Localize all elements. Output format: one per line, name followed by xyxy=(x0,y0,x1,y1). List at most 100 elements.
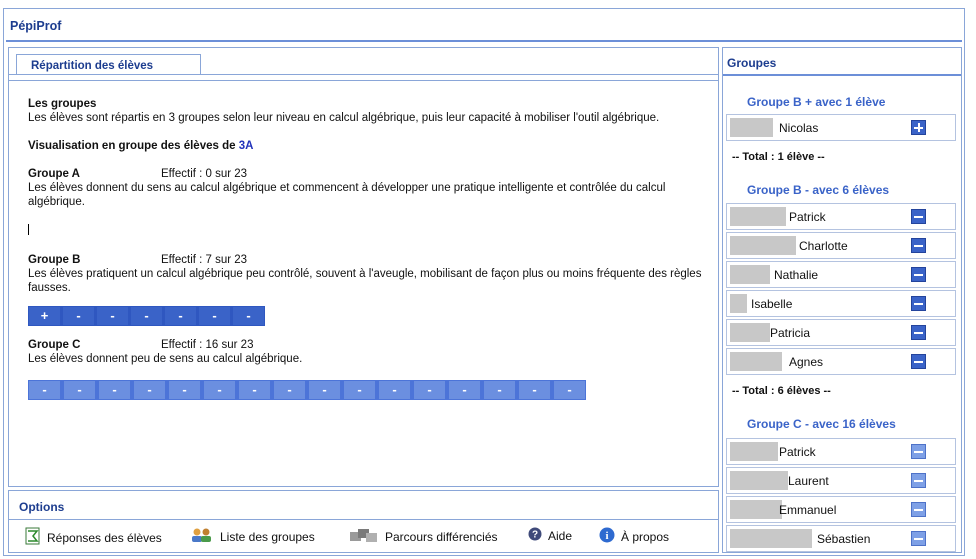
add-student-button[interactable] xyxy=(911,120,926,135)
groups-panel-title: Groupes xyxy=(727,56,777,70)
student-row: Sébastien xyxy=(726,525,956,552)
remove-student-button[interactable] xyxy=(911,444,926,459)
option-label: Aide xyxy=(548,528,573,543)
avatar xyxy=(730,236,796,255)
avatar xyxy=(730,207,786,226)
svg-text:i: i xyxy=(605,530,608,542)
avatar xyxy=(730,265,770,284)
header-divider xyxy=(6,40,962,42)
group-b-minus-button[interactable]: - xyxy=(165,307,196,325)
text-cursor xyxy=(28,224,29,235)
group-c-minus-button[interactable]: - xyxy=(99,381,130,399)
group-b-minus-button[interactable]: - xyxy=(199,307,230,325)
info-icon: i xyxy=(599,527,615,546)
student-name: Nicolas xyxy=(779,121,819,135)
class-link[interactable]: 3A xyxy=(239,140,254,152)
group-c-minus-button[interactable]: - xyxy=(239,381,270,399)
student-row: Laurent xyxy=(726,467,956,494)
group-c-minus-button[interactable]: - xyxy=(134,381,165,399)
student-name: Agnes xyxy=(789,355,824,369)
student-name: Patrick xyxy=(789,210,826,224)
avatar xyxy=(730,442,778,461)
visualisation-line: Visualisation en groupe des élèves de 3A xyxy=(28,139,713,153)
avatar xyxy=(730,323,770,342)
groups-heading: Les groupes xyxy=(28,98,97,110)
main-panel: Répartition des élèves Les groupes Les é… xyxy=(8,47,719,487)
remove-student-button[interactable] xyxy=(911,238,926,253)
group-c-minus-button[interactable]: - xyxy=(484,381,515,399)
group-b-name: Groupe B xyxy=(28,254,81,266)
group-c-minus-button[interactable]: - xyxy=(379,381,410,399)
option-label: Réponses des élèves xyxy=(47,530,162,545)
remove-student-button[interactable] xyxy=(911,267,926,282)
student-name: Charlotte xyxy=(799,239,848,253)
group-b-minus-button[interactable]: - xyxy=(97,307,128,325)
group-c-minus-button[interactable]: - xyxy=(309,381,340,399)
users-icon xyxy=(190,527,214,546)
group-c-minus-button[interactable]: - xyxy=(344,381,375,399)
group-c-minus-button[interactable]: - xyxy=(204,381,235,399)
option-reponses[interactable]: Réponses des élèves xyxy=(25,527,162,548)
option-liste-groupes[interactable]: Liste des groupes xyxy=(190,527,315,546)
group-bminus-title: Groupe B - avec 6 élèves xyxy=(747,183,890,197)
student-row: Patrick xyxy=(726,203,956,230)
remove-student-button[interactable] xyxy=(911,473,926,488)
student-row: Patricia xyxy=(726,319,956,346)
groups-description: Les élèves sont répartis en 3 groupes se… xyxy=(28,112,660,124)
group-c-minus-button[interactable]: - xyxy=(554,381,585,399)
remove-student-button[interactable] xyxy=(911,354,926,369)
tab-repartition[interactable]: Répartition des élèves xyxy=(16,54,201,75)
group-c-description: Les élèves donnent peu de sens au calcul… xyxy=(28,353,303,365)
student-row: Charlotte xyxy=(726,232,956,259)
remove-student-button[interactable] xyxy=(911,531,926,546)
option-label: Liste des groupes xyxy=(220,529,315,544)
option-label: À propos xyxy=(621,529,670,544)
group-b-minus-button[interactable]: - xyxy=(63,307,94,325)
svg-text:?: ? xyxy=(532,530,538,541)
remove-student-button[interactable] xyxy=(911,296,926,311)
group-c-minus-button[interactable]: - xyxy=(519,381,550,399)
group-b-minus-button[interactable]: - xyxy=(131,307,162,325)
avatar xyxy=(730,294,747,313)
group-c-minus-button[interactable]: - xyxy=(449,381,480,399)
tab-divider-2 xyxy=(9,80,718,81)
student-name: Patricia xyxy=(770,326,811,340)
student-row: Emmanuel xyxy=(726,496,956,523)
main-content: Les groupes Les élèves sont répartis en … xyxy=(28,97,713,400)
group-b-effectif: Effectif : 7 sur 23 xyxy=(161,254,248,266)
student-row: Isabelle xyxy=(726,290,956,317)
visualisation-label: Visualisation en groupe des élèves de xyxy=(28,140,239,152)
student-row: Nathalie xyxy=(726,261,956,288)
student-row: Nicolas xyxy=(726,114,956,141)
tab-divider xyxy=(9,74,718,75)
remove-student-button[interactable] xyxy=(911,502,926,517)
group-b-button-bar: + - - - - - - xyxy=(28,306,265,326)
avatar xyxy=(730,529,812,548)
student-name: Emmanuel xyxy=(779,503,837,517)
remove-student-button[interactable] xyxy=(911,209,926,224)
student-name: Laurent xyxy=(788,474,829,488)
group-c-minus-button[interactable]: - xyxy=(29,381,60,399)
remove-student-button[interactable] xyxy=(911,325,926,340)
group-c-minus-button[interactable]: - xyxy=(274,381,305,399)
options-divider xyxy=(9,519,718,520)
options-title: Options xyxy=(19,500,65,514)
group-c-title: Groupe C - avec 16 élèves xyxy=(747,417,896,431)
student-name: Sébastien xyxy=(817,532,871,546)
group-b-minus-button[interactable]: - xyxy=(233,307,264,325)
option-aide[interactable]: ? Aide xyxy=(528,527,572,544)
group-c-minus-button[interactable]: - xyxy=(169,381,200,399)
group-b-plus-button[interactable]: + xyxy=(29,307,60,325)
group-b-header: Groupe B Effectif : 7 sur 23 xyxy=(28,253,713,267)
group-bplus-total: -- Total : 1 élève -- xyxy=(732,151,825,163)
group-bminus-total: -- Total : 6 élèves -- xyxy=(732,385,831,397)
group-a-description: Les élèves donnent du sens au calcul alg… xyxy=(28,182,666,208)
group-a-name: Groupe A xyxy=(28,168,80,180)
avatar xyxy=(730,352,782,371)
student-row: Patrick xyxy=(726,438,956,465)
group-a-header: Groupe A Effectif : 0 sur 23 xyxy=(28,167,713,181)
option-a-propos[interactable]: i À propos xyxy=(599,527,669,546)
group-c-minus-button[interactable]: - xyxy=(414,381,445,399)
option-parcours[interactable]: Parcours différenciés xyxy=(349,527,498,546)
group-c-minus-button[interactable]: - xyxy=(64,381,95,399)
